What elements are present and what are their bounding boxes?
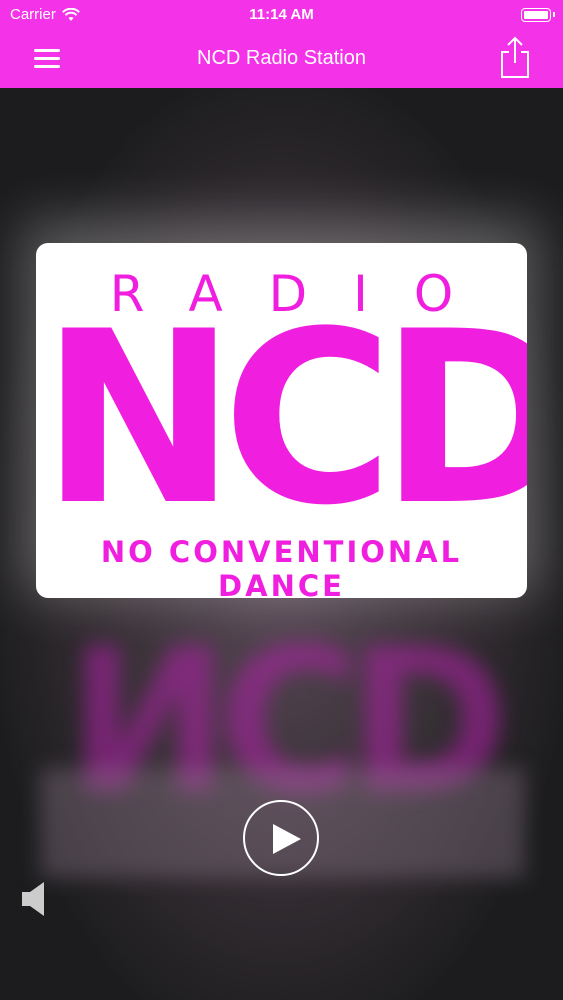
share-button[interactable] <box>495 35 535 81</box>
player-content: RADIO NCD NO CONVENTIONAL DANCE NCD <box>0 88 563 1000</box>
share-icon <box>501 36 529 78</box>
volume-icon[interactable] <box>20 880 46 918</box>
logo-tagline: NO CONVENTIONAL DANCE <box>100 535 463 598</box>
page-title: NCD Radio Station <box>197 47 366 69</box>
play-button[interactable] <box>243 800 319 876</box>
play-icon <box>273 824 301 854</box>
station-logo: RADIO NCD NO CONVENTIONAL DANCE <box>36 243 527 598</box>
battery-icon <box>521 8 555 22</box>
status-time: 11:14 AM <box>249 6 314 23</box>
logo-main-text: NCD <box>40 281 527 558</box>
nav-bar: NCD Radio Station <box>0 30 563 88</box>
status-bar: Carrier 11:14 AM <box>0 0 563 30</box>
